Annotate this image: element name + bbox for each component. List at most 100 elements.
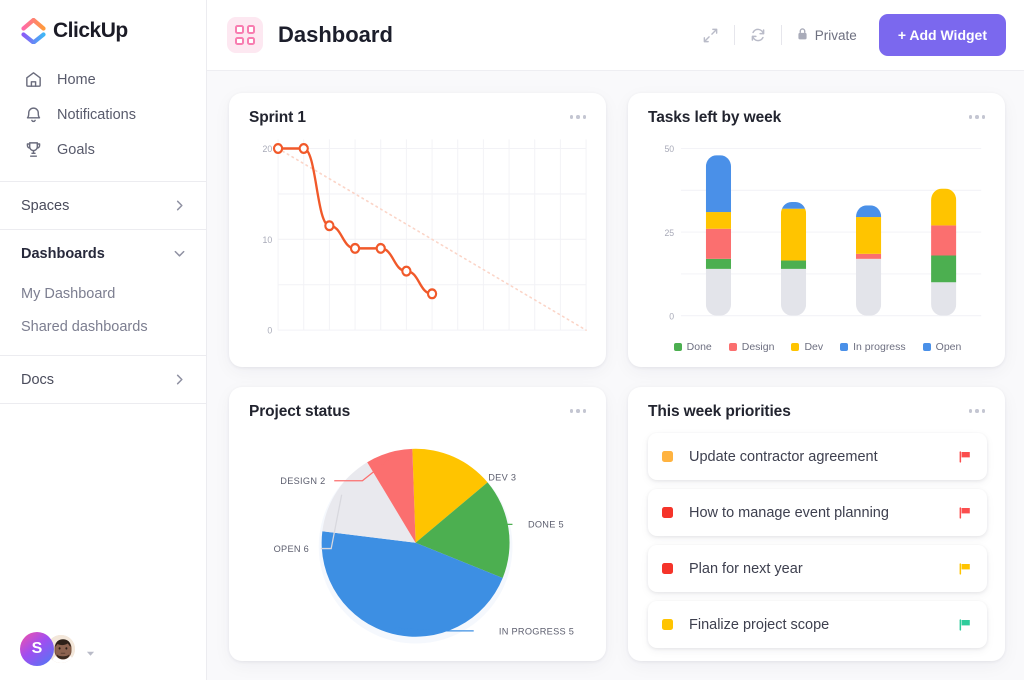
legend-item: In progress <box>840 341 906 353</box>
legend-item: Dev <box>791 341 823 353</box>
sidebar-item-label: Notifications <box>57 107 136 123</box>
widget-grid: Sprint 1 0 10 20 Tasks left by week 0 25 50 … <box>207 71 1024 680</box>
svg-text:20: 20 <box>263 144 273 154</box>
status-badge[interactable] <box>662 451 673 462</box>
sidebar-footer: S <box>0 618 207 680</box>
legend-label: Dev <box>804 341 823 353</box>
sidebar-section-dashboards[interactable]: Dashboards <box>0 230 206 277</box>
sidebar-item-goals[interactable]: Goals <box>0 132 206 167</box>
privacy-label: Private <box>815 28 857 43</box>
widget-title: Project status <box>249 403 350 421</box>
priority-title: How to manage event planning <box>689 505 889 521</box>
widget-sprint-burndown: Sprint 1 0 10 20 <box>229 93 606 367</box>
top-bar: Dashboard <box>207 0 1024 71</box>
bell-icon <box>23 105 43 125</box>
widget-title: Tasks left by week <box>648 109 781 127</box>
svg-text:10: 10 <box>263 235 273 245</box>
widget-header: Sprint 1 <box>249 109 588 127</box>
expand-arrows-icon[interactable] <box>694 18 728 52</box>
svg-text:DONE 5: DONE 5 <box>528 520 564 530</box>
svg-text:0: 0 <box>267 325 272 335</box>
home-icon <box>23 70 43 90</box>
chevron-right-icon <box>173 373 186 386</box>
clickup-app: ClickUp Home Notific <box>0 0 1024 680</box>
sidebar-primary-nav: Home Notifications <box>0 58 206 181</box>
legend-label: Done <box>687 341 712 353</box>
sidebar-item-label: Home <box>57 72 96 88</box>
privacy-status[interactable]: Private <box>788 27 869 44</box>
svg-text:0: 0 <box>669 311 674 321</box>
burndown-chart: 0 10 20 <box>249 127 588 355</box>
svg-text:25: 25 <box>664 227 674 237</box>
svg-text:DEV 3: DEV 3 <box>488 472 516 482</box>
flag-icon[interactable] <box>958 506 972 520</box>
flag-icon[interactable] <box>958 450 972 464</box>
page-title: Dashboard <box>278 22 393 48</box>
chart-legend: Done Design Dev In progress Open <box>648 339 987 355</box>
widget-this-week-priorities: This week priorities Update contractor a… <box>628 387 1005 661</box>
widget-title: Sprint 1 <box>249 109 306 127</box>
status-badge[interactable] <box>662 563 673 574</box>
chevron-down-icon <box>173 247 186 260</box>
priority-row[interactable]: How to manage event planning <box>648 489 987 536</box>
refresh-icon[interactable] <box>741 18 775 52</box>
more-options-icon[interactable] <box>967 109 988 125</box>
priority-row[interactable]: Finalize project scope <box>648 601 987 648</box>
sidebar-item-label: Goals <box>57 142 95 158</box>
legend-label: In progress <box>853 341 906 353</box>
status-badge[interactable] <box>662 507 673 518</box>
svg-text:50: 50 <box>664 144 674 154</box>
legend-item: Design <box>729 341 775 353</box>
more-options-icon[interactable] <box>568 109 589 125</box>
legend-item: Open <box>923 341 962 353</box>
sidebar-item-shared-dashboards[interactable]: Shared dashboards <box>0 310 206 343</box>
sidebar-section-spaces[interactable]: Spaces <box>0 182 206 229</box>
dashboard-grid-icon <box>227 17 263 53</box>
status-badge[interactable] <box>662 619 673 630</box>
sidebar-item-notifications[interactable]: Notifications <box>0 97 206 132</box>
sidebar-section-label: Docs <box>21 372 54 388</box>
svg-text:IN PROGRESS 5: IN PROGRESS 5 <box>499 626 574 636</box>
priority-title: Update contractor agreement <box>689 449 878 465</box>
widget-project-status: Project status DEV 3 DONE 5 IN PROGRESS 5 O… <box>229 387 606 661</box>
pie-chart: DEV 3DONE 5IN PROGRESS 5OPEN 6DESIGN 2 <box>249 421 588 649</box>
sidebar: ClickUp Home Notific <box>0 0 207 680</box>
legend-swatch <box>923 343 931 351</box>
chevron-right-icon <box>173 199 186 212</box>
legend-label: Open <box>936 341 962 353</box>
flag-icon[interactable] <box>958 618 972 632</box>
widget-tasks-left-by-week: Tasks left by week 0 25 50 Done Design Dev In… <box>628 93 1005 367</box>
divider <box>781 25 782 45</box>
add-widget-button[interactable]: + Add Widget <box>879 14 1006 56</box>
more-options-icon[interactable] <box>967 403 988 419</box>
legend-swatch <box>791 343 799 351</box>
sidebar-section-label: Dashboards <box>21 246 105 262</box>
widget-header: This week priorities <box>648 403 987 421</box>
clickup-wordmark: ClickUp <box>53 19 128 43</box>
priority-row[interactable]: Update contractor agreement <box>648 433 987 480</box>
svg-text:OPEN 6: OPEN 6 <box>274 544 309 554</box>
sidebar-item-home[interactable]: Home <box>0 62 206 97</box>
main-content: Dashboard <box>207 0 1024 680</box>
sidebar-item-my-dashboard[interactable]: My Dashboard <box>0 277 206 310</box>
clickup-logo[interactable]: ClickUp <box>0 0 206 58</box>
clickup-logo-icon <box>21 18 46 44</box>
workspace-avatar[interactable]: S <box>20 632 54 666</box>
priority-title: Plan for next year <box>689 561 803 577</box>
chevron-down-icon[interactable] <box>86 645 95 654</box>
priority-row[interactable]: Plan for next year <box>648 545 987 592</box>
legend-swatch <box>674 343 682 351</box>
legend-label: Design <box>742 341 775 353</box>
flag-icon[interactable] <box>958 562 972 576</box>
legend-swatch <box>840 343 848 351</box>
trophy-icon <box>23 140 43 160</box>
sidebar-section-docs[interactable]: Docs <box>0 356 206 403</box>
divider <box>734 25 735 45</box>
divider <box>0 403 206 404</box>
widget-title: This week priorities <box>648 403 791 421</box>
legend-swatch <box>729 343 737 351</box>
widget-header: Tasks left by week <box>648 109 987 127</box>
sidebar-section-label: Spaces <box>21 198 69 214</box>
lock-icon <box>796 27 809 44</box>
more-options-icon[interactable] <box>568 403 589 419</box>
